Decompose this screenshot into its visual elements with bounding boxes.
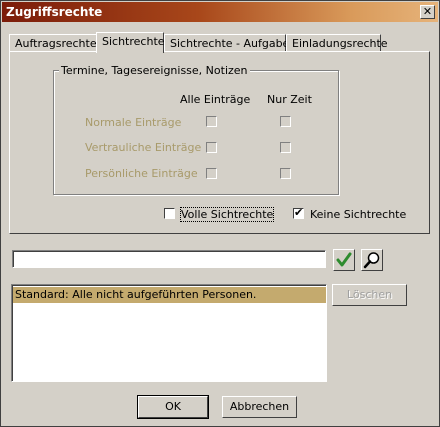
tab-auftragsrechte[interactable]: Auftragsrechte bbox=[9, 34, 97, 52]
magnifier-icon bbox=[363, 252, 380, 269]
column-header-all: Alle Einträge bbox=[180, 93, 251, 106]
tab-sichtrechte[interactable]: Sichtrechte bbox=[96, 32, 165, 53]
checkbox-normal-time[interactable] bbox=[280, 116, 291, 127]
title-bar[interactable]: Zugriffsrechte ✕ bbox=[2, 2, 438, 22]
cancel-button[interactable]: Abbrechen bbox=[222, 396, 297, 418]
checkbox-confidential-all[interactable] bbox=[206, 142, 217, 153]
person-search-input[interactable] bbox=[12, 250, 326, 268]
list-item[interactable]: Standard: Alle nicht aufgeführten Person… bbox=[13, 287, 326, 303]
confirm-button[interactable] bbox=[333, 249, 355, 271]
checkbox-personal-time[interactable] bbox=[280, 168, 291, 179]
ok-button[interactable]: OK bbox=[137, 395, 209, 419]
row-label-confidential: Vertrauliche Einträge bbox=[85, 141, 202, 154]
group-label: Termine, Tagesereignisse, Notizen bbox=[59, 64, 250, 77]
checkbox-normal-all[interactable] bbox=[206, 116, 217, 127]
checkbox-confidential-time[interactable] bbox=[280, 142, 291, 153]
checkmark-icon bbox=[336, 252, 352, 267]
no-rights-label[interactable]: Keine Sichtrechte bbox=[310, 208, 406, 221]
window-title: Zugriffsrechte bbox=[6, 5, 103, 19]
row-label-personal: Persönliche Einträge bbox=[85, 167, 198, 180]
close-button[interactable]: ✕ bbox=[420, 5, 435, 19]
checkbox-personal-all[interactable] bbox=[206, 168, 217, 179]
delete-button[interactable]: Löschen bbox=[332, 284, 407, 306]
checkbox-no-rights[interactable]: ✔ bbox=[293, 206, 304, 219]
search-button[interactable] bbox=[361, 249, 383, 271]
dialog-window: Zugriffsrechte ✕ Auftragsrechte Sichtrec… bbox=[0, 0, 440, 427]
tab-einladungsrechte[interactable]: Einladungsrechte bbox=[286, 34, 388, 52]
checkmark-icon: ✔ bbox=[294, 206, 304, 219]
tab-sichtrechte-aufgaben[interactable]: Sichtrechte - Aufgaben bbox=[164, 34, 296, 52]
checkbox-full-rights[interactable] bbox=[164, 208, 175, 219]
row-label-normal: Normale Einträge bbox=[85, 116, 182, 129]
column-header-time: Nur Zeit bbox=[267, 93, 312, 106]
full-rights-label[interactable]: Volle Sichtrechte bbox=[179, 207, 275, 222]
person-list[interactable]: Standard: Alle nicht aufgeführten Person… bbox=[11, 284, 327, 382]
